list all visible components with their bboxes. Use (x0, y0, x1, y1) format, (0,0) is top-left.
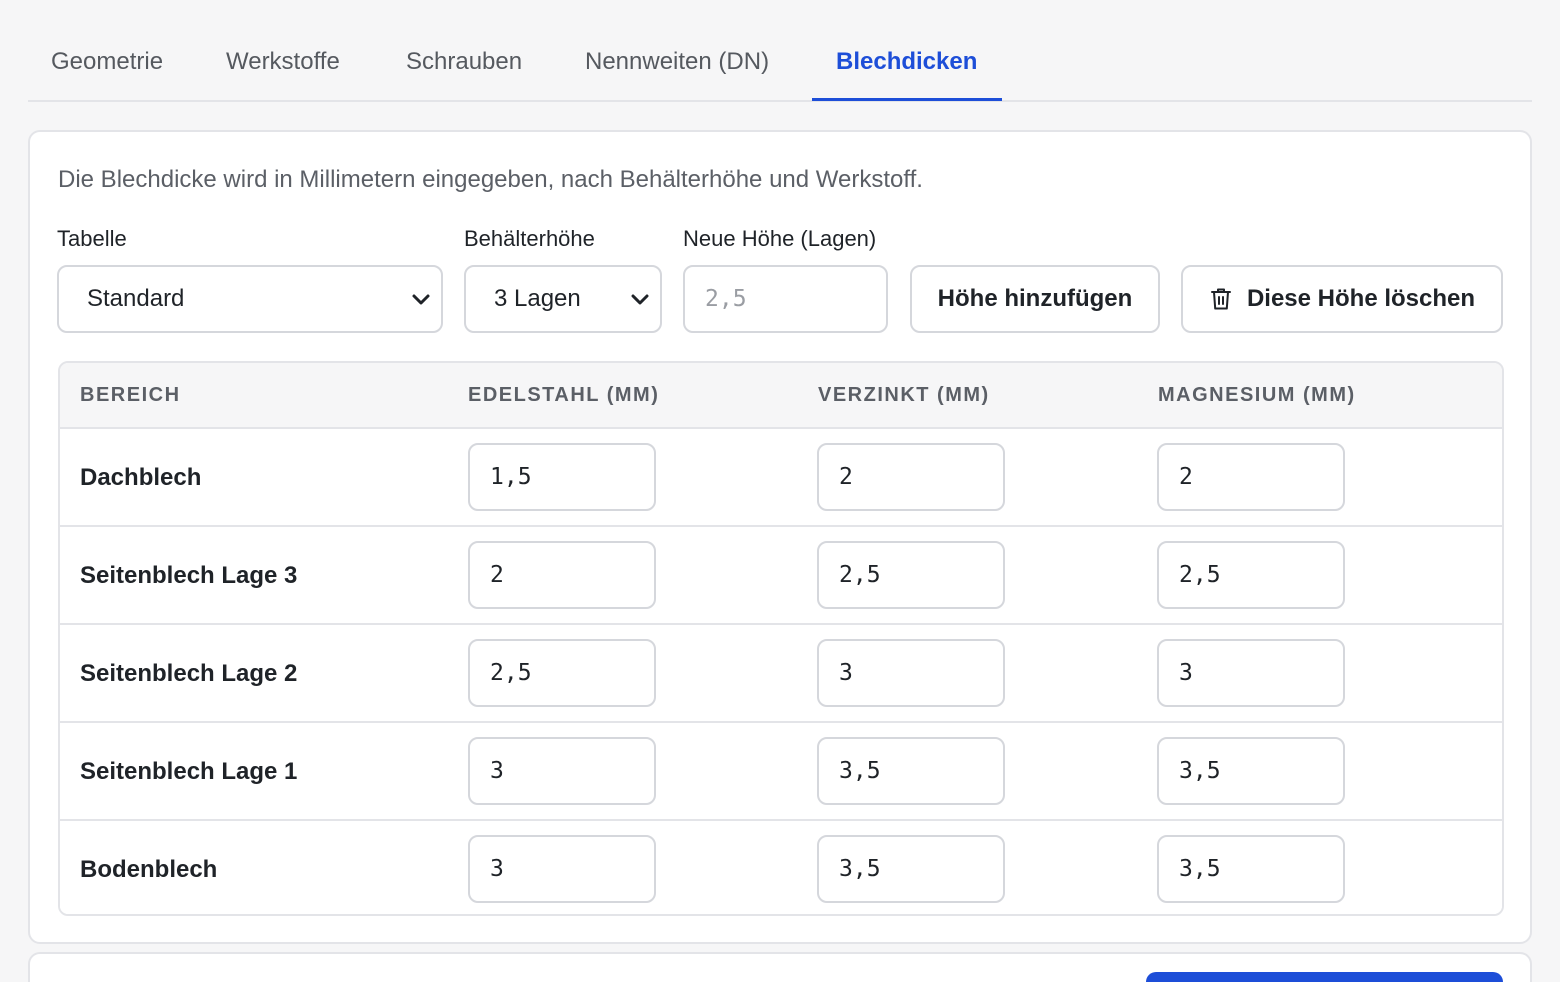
tab-blechdicken[interactable]: Blechdicken (836, 48, 977, 100)
delete-height-button-label: Diese Höhe löschen (1246, 285, 1476, 312)
panel-description: Die Blechdicke wird in Millimetern einge… (58, 166, 923, 193)
edelstahl-input[interactable]: 2,5 (468, 639, 656, 707)
trash-icon (1210, 288, 1231, 310)
height-select-value: 3 Lagen (494, 285, 581, 312)
table-row: Dachblech 1,5 2 2 (60, 429, 1502, 527)
verzinkt-input[interactable]: 3 (817, 639, 1005, 707)
row-label: Seitenblech Lage 3 (80, 562, 298, 589)
table-row: Seitenblech Lage 3 2 2,5 2,5 (60, 527, 1502, 625)
add-height-button[interactable]: Höhe hinzufügen (910, 265, 1160, 333)
row-label: Dachblech (80, 464, 202, 491)
table-select[interactable]: Standard (57, 265, 443, 333)
magnesium-input[interactable]: 3,5 (1157, 737, 1345, 805)
table-row: Seitenblech Lage 1 3 3,5 3,5 (60, 723, 1502, 821)
tab-nennweiten[interactable]: Nennweiten (DN) (585, 48, 769, 100)
magnesium-input[interactable]: 3,5 (1157, 835, 1345, 903)
table-header: BEREICH EDELSTAHL (MM) VERZINKT (MM) MAG… (60, 363, 1502, 429)
blechdicken-panel: Die Blechdicke wird in Millimetern einge… (28, 130, 1532, 944)
tab-schrauben[interactable]: Schrauben (406, 48, 522, 100)
table-row: Seitenblech Lage 2 2,5 3 3 (60, 625, 1502, 723)
magnesium-input[interactable]: 2,5 (1157, 541, 1345, 609)
tab-bar: Geometrie Werkstoffe Schrauben Nennweite… (28, 0, 1532, 102)
verzinkt-input[interactable]: 3,5 (817, 835, 1005, 903)
chevron-down-icon (631, 294, 649, 305)
delete-height-button[interactable]: Diese Höhe löschen (1181, 265, 1503, 333)
column-header-magnesium: MAGNESIUM (MM) (1158, 384, 1356, 406)
height-select[interactable]: 3 Lagen (464, 265, 662, 333)
new-height-input[interactable]: 2,5 (683, 265, 888, 333)
active-tab-indicator (812, 98, 1002, 101)
tab-werkstoffe[interactable]: Werkstoffe (226, 48, 340, 100)
add-height-button-label: Höhe hinzufügen (937, 285, 1133, 312)
table-select-label: Tabelle (57, 226, 127, 251)
column-header-edelstahl: EDELSTAHL (MM) (468, 384, 660, 406)
magnesium-input[interactable]: 2 (1157, 443, 1345, 511)
verzinkt-input[interactable]: 2 (817, 443, 1005, 511)
edelstahl-input[interactable]: 3 (468, 835, 656, 903)
row-label: Bodenblech (80, 856, 218, 883)
table-select-value: Standard (87, 285, 185, 312)
new-height-label: Neue Höhe (Lagen) (683, 226, 877, 251)
magnesium-input[interactable]: 3 (1157, 639, 1345, 707)
primary-action-button[interactable] (1146, 972, 1503, 982)
column-header-bereich: BEREICH (80, 384, 181, 406)
verzinkt-input[interactable]: 2,5 (817, 541, 1005, 609)
new-height-placeholder: 2,5 (705, 286, 747, 312)
edelstahl-input[interactable]: 3 (468, 737, 656, 805)
chevron-down-icon (412, 294, 430, 305)
edelstahl-input[interactable]: 1,5 (468, 443, 656, 511)
verzinkt-input[interactable]: 3,5 (817, 737, 1005, 805)
table-row: Bodenblech 3 3,5 3,5 (60, 821, 1502, 914)
thickness-table: BEREICH EDELSTAHL (MM) VERZINKT (MM) MAG… (58, 361, 1504, 916)
edelstahl-input[interactable]: 2 (468, 541, 656, 609)
height-select-label: Behälterhöhe (464, 226, 595, 251)
row-label: Seitenblech Lage 1 (80, 758, 298, 785)
tab-geometrie[interactable]: Geometrie (51, 48, 163, 100)
column-header-verzinkt: VERZINKT (MM) (818, 384, 990, 406)
row-label: Seitenblech Lage 2 (80, 660, 298, 687)
